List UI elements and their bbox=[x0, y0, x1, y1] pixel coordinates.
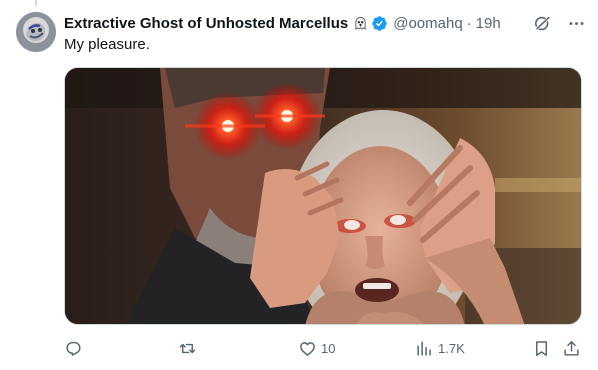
retweet-button[interactable] bbox=[178, 339, 201, 358]
action-bar: 10 1.7K bbox=[64, 336, 582, 360]
tweet-header: Extractive Ghost of Unhosted Marcellus @… bbox=[64, 12, 586, 34]
bookmark-icon bbox=[536, 340, 547, 356]
reply-button[interactable] bbox=[64, 339, 87, 358]
meme-photo-icon bbox=[65, 68, 581, 324]
display-name[interactable]: Extractive Ghost of Unhosted Marcellus bbox=[64, 15, 348, 32]
bookmark-button[interactable] bbox=[532, 339, 551, 358]
analytics-bars-icon bbox=[417, 340, 431, 356]
verified-badge-icon[interactable] bbox=[371, 15, 388, 32]
thread-connector-line bbox=[35, 0, 37, 6]
view-count: 1.7K bbox=[438, 340, 465, 356]
author-handle[interactable]: @oomahq bbox=[393, 15, 462, 32]
retweet-icon bbox=[179, 343, 196, 353]
avatar[interactable] bbox=[16, 12, 56, 52]
share-icon bbox=[564, 340, 579, 356]
share-button[interactable] bbox=[562, 339, 581, 358]
views-button[interactable]: 1.7K bbox=[415, 339, 465, 358]
more-options-icon[interactable] bbox=[566, 13, 586, 33]
tweet-text: My pleasure. bbox=[64, 36, 150, 53]
ghost-icon bbox=[352, 15, 368, 31]
heart-icon bbox=[300, 341, 315, 356]
grok-icon[interactable] bbox=[532, 13, 552, 33]
like-count: 10 bbox=[321, 340, 336, 356]
timestamp[interactable]: 19h bbox=[476, 15, 501, 32]
tweet-media-image[interactable] bbox=[64, 67, 582, 325]
like-button[interactable]: 10 bbox=[298, 339, 335, 358]
separator-dot: · bbox=[466, 14, 472, 32]
reply-icon bbox=[66, 341, 81, 356]
